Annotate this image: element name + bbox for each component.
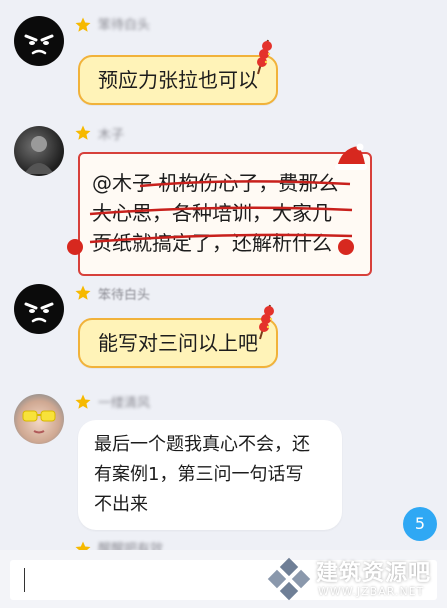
portrait-icon xyxy=(24,136,54,174)
angry-face-icon xyxy=(24,302,54,323)
lantern-icon xyxy=(259,304,274,340)
star-icon xyxy=(75,394,91,409)
angry-face-icon xyxy=(24,34,54,55)
message-bubble[interactable]: 最后一个题我真心不会，还 有案例1，第三问一句话写 不出来 xyxy=(78,420,342,530)
message-line: 不出来 xyxy=(94,494,148,515)
star-icon xyxy=(75,17,91,32)
santa-hat-icon xyxy=(335,143,367,170)
avatar[interactable] xyxy=(14,126,64,176)
star-icon xyxy=(75,285,91,300)
text-cursor xyxy=(24,568,25,592)
watermark-url: WWW.JZBAR.NET xyxy=(318,585,425,598)
avatar[interactable] xyxy=(14,16,64,66)
message-text: 能写对三问以上吧 xyxy=(98,331,258,355)
sender-name: 笨待白头 xyxy=(98,288,151,303)
ornament-icon xyxy=(338,239,354,255)
watermark-name: 建筑资源吧 xyxy=(316,561,432,586)
sender-name: 木子 xyxy=(98,128,125,143)
diamond-logo-icon xyxy=(267,557,311,601)
sunglasses-face-icon xyxy=(22,410,56,434)
star-icon xyxy=(75,125,91,140)
lantern-icon xyxy=(257,39,272,75)
sender-name: 一缕清风 xyxy=(98,396,151,411)
message-bubble[interactable]: 能写对三问以上吧 xyxy=(78,318,278,368)
avatar[interactable] xyxy=(14,394,64,444)
message-line: 最后一个题我真心不会，还 xyxy=(94,434,310,455)
ornament-icon xyxy=(67,239,83,255)
message-line: 有案例1，第三问一句话写 xyxy=(94,464,304,485)
avatar[interactable] xyxy=(14,284,64,334)
message-text: 预应力张拉也可以 xyxy=(98,68,258,92)
unread-count-badge[interactable]: 5 xyxy=(403,507,437,541)
sender-name: 笨待白头 xyxy=(98,18,151,33)
strikethrough-scribble xyxy=(89,180,353,244)
